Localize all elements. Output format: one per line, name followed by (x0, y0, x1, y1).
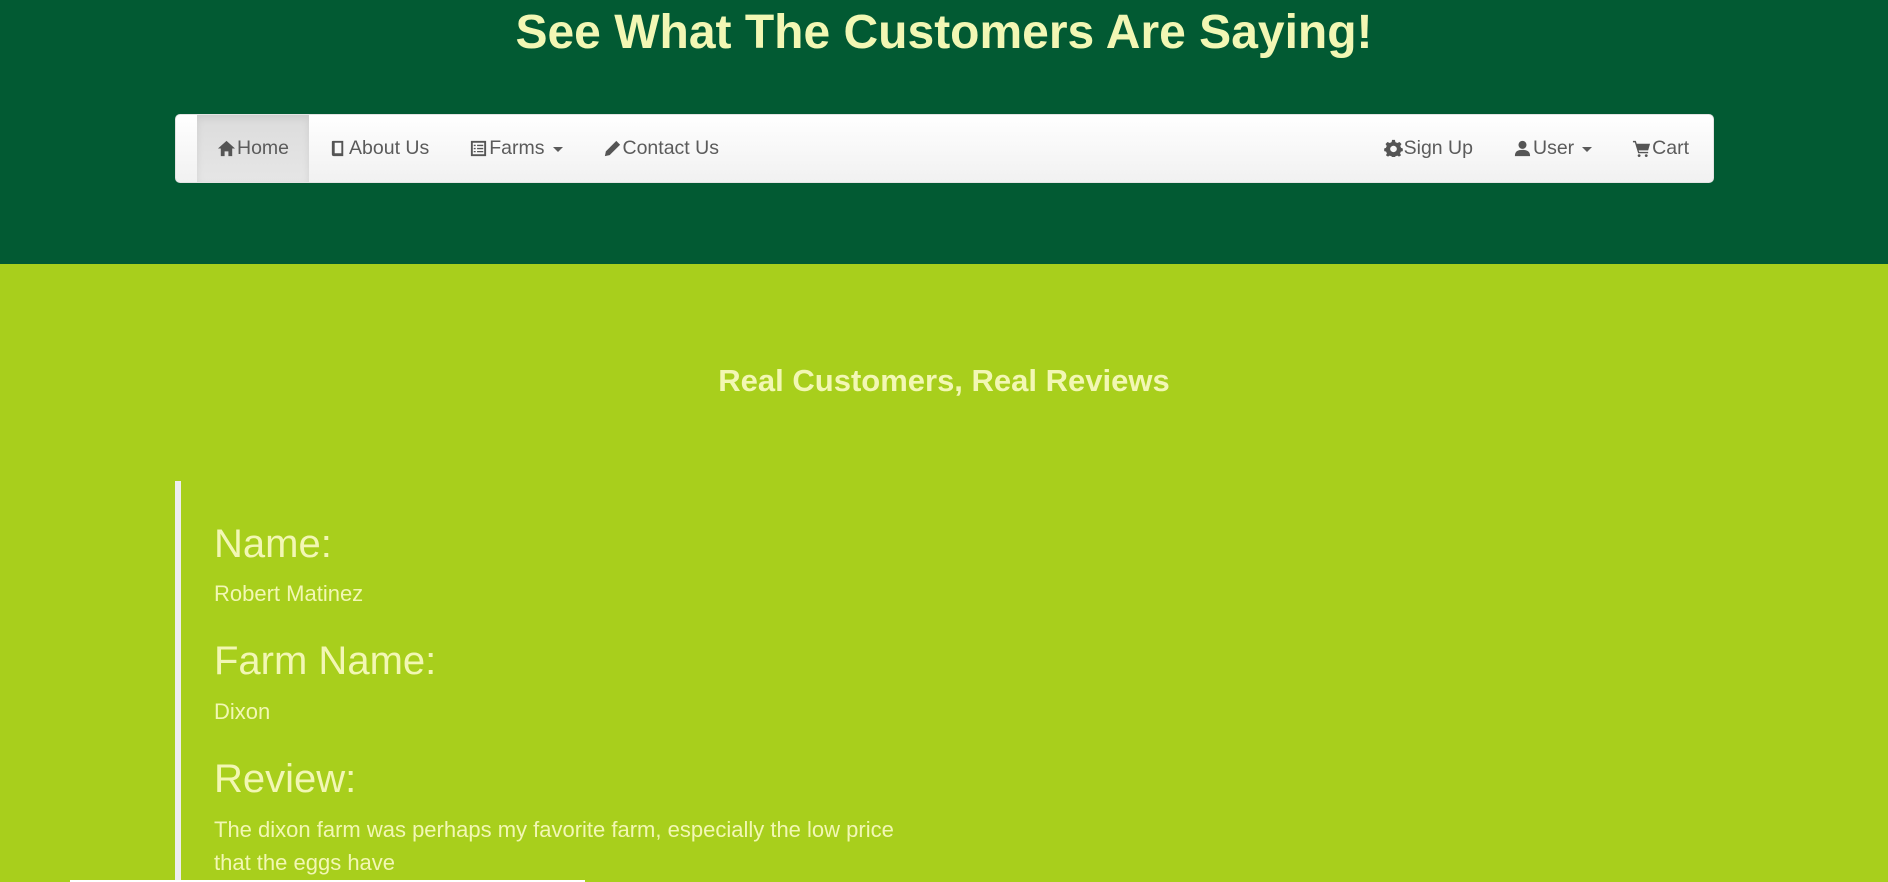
user-icon (1514, 140, 1531, 157)
nav-sign-up[interactable]: Sign Up (1364, 115, 1493, 182)
review-card: Name: Robert Matinez Farm Name: Dixon Re… (175, 481, 1075, 882)
nav-user-dropdown[interactable]: User (1493, 115, 1612, 182)
nav-left-group: Home About Us Farms Contact Us (197, 115, 739, 182)
name-label: Name: (214, 522, 332, 566)
navbar: Home About Us Farms Contact Us Sign Up U… (175, 114, 1714, 183)
book-icon (331, 140, 344, 157)
nav-user-label: User (1532, 137, 1575, 159)
nav-sign-up-label: Sign Up (1403, 137, 1473, 159)
nav-home[interactable]: Home (197, 115, 310, 182)
review-label: Review: (214, 757, 357, 801)
nav-about-us[interactable]: About Us (309, 115, 449, 182)
caret-down-icon (1582, 147, 1593, 152)
cart-icon (1633, 140, 1651, 158)
header-banner: See What The Customers Are Saying! Home … (0, 0, 1888, 264)
pencil-icon (604, 140, 620, 157)
gear-icon (1383, 139, 1403, 158)
nav-contact-us[interactable]: Contact Us (583, 115, 739, 182)
section-heading: Real Customers, Real Reviews (718, 363, 1170, 398)
list-icon (471, 140, 487, 157)
farm-name-label: Farm Name: (214, 639, 437, 683)
nav-cart[interactable]: Cart (1612, 115, 1709, 182)
reviewer-name: Robert Matinez (214, 581, 364, 606)
nav-right-group: Sign Up User Cart (1364, 115, 1709, 182)
nav-home-label: Home (237, 137, 290, 159)
nav-farms-label: Farms (489, 137, 545, 159)
home-icon (217, 140, 236, 157)
nav-about-us-label: About Us (349, 137, 430, 159)
page-title: See What The Customers Are Saying! (515, 6, 1373, 59)
caret-down-icon (552, 147, 563, 152)
farm-name: Dixon (214, 699, 271, 724)
nav-farms-dropdown[interactable]: Farms (449, 115, 582, 182)
nav-cart-label: Cart (1652, 137, 1689, 159)
review-text: The dixon farm was perhaps my favorite f… (214, 817, 894, 875)
nav-contact-us-label: Contact Us (622, 137, 719, 159)
